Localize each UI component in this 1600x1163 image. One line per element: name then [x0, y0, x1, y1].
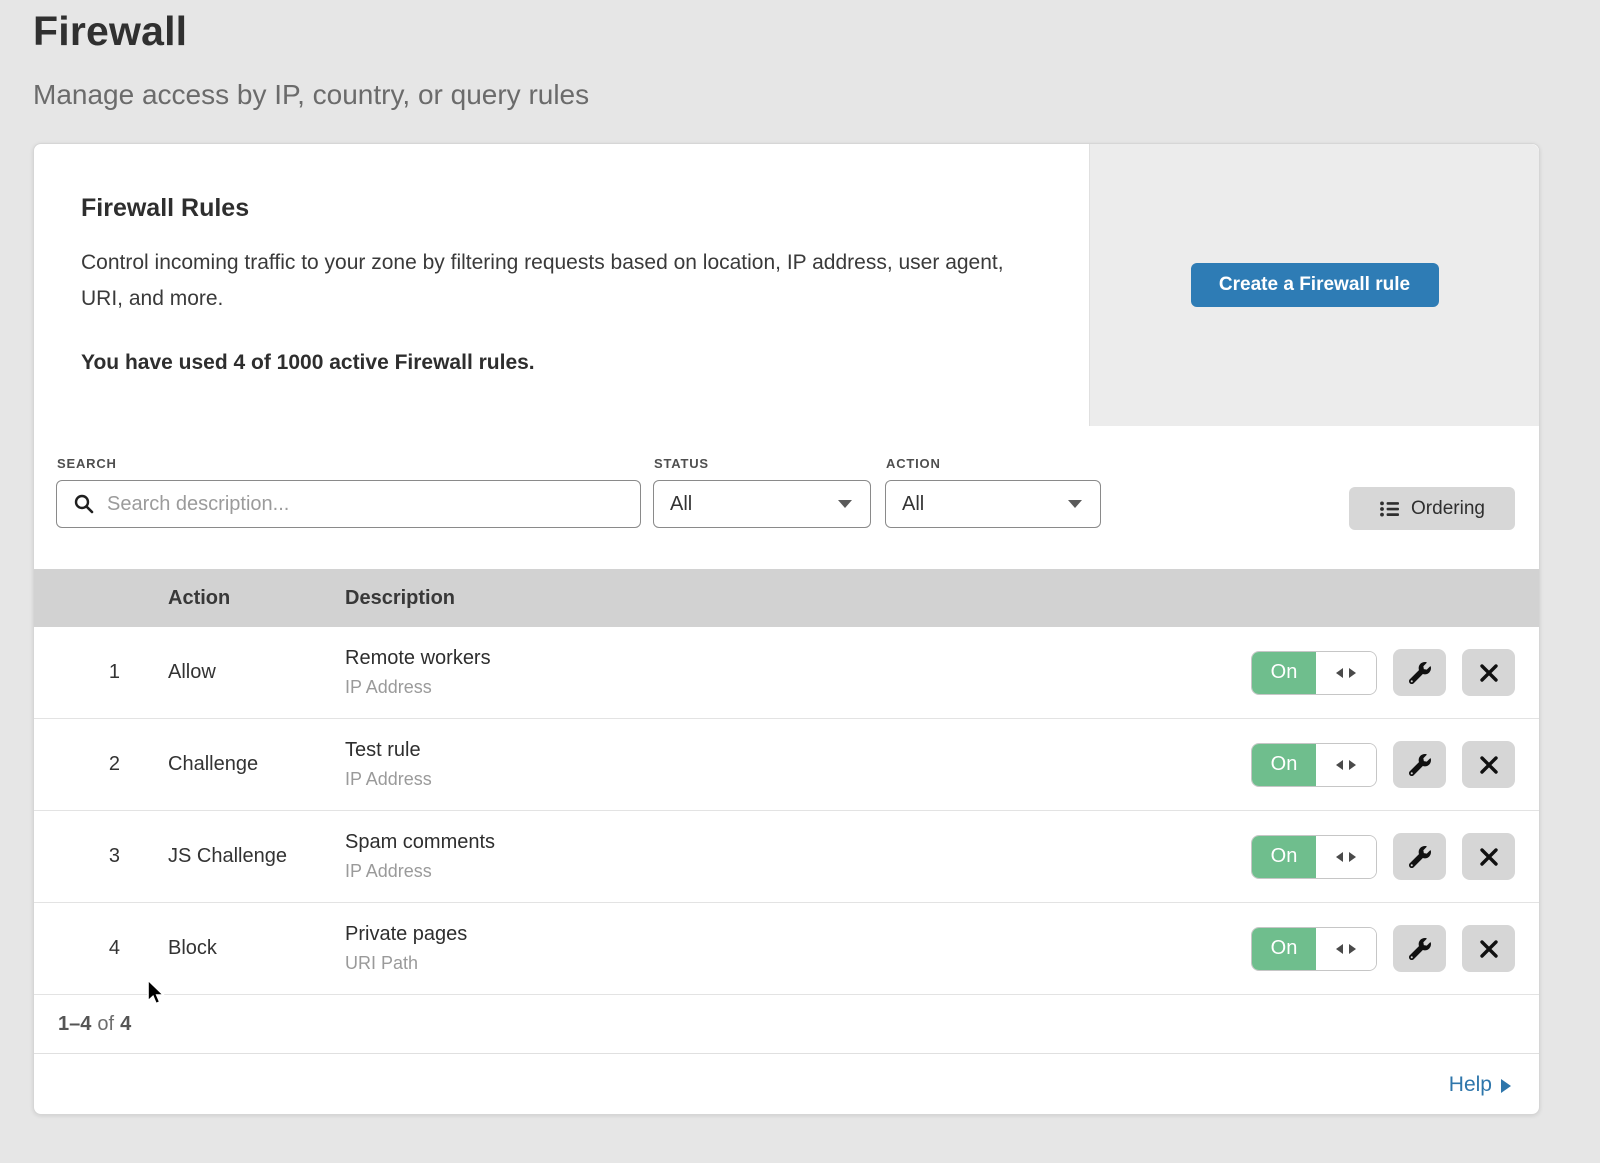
- ordering-button-label: Ordering: [1411, 498, 1485, 520]
- delete-rule-button[interactable]: [1462, 833, 1515, 880]
- page-header: Firewall Manage access by IP, country, o…: [0, 0, 1600, 111]
- edit-rule-button[interactable]: [1393, 649, 1446, 696]
- search-label: SEARCH: [57, 456, 641, 471]
- rule-action: Allow: [120, 661, 330, 684]
- rule-priority: 2: [34, 753, 120, 776]
- rule-priority: 3: [34, 845, 120, 868]
- search-filter-group: SEARCH: [56, 456, 641, 528]
- toggle-handle[interactable]: [1316, 928, 1376, 970]
- rule-priority: 4: [34, 937, 120, 960]
- rule-action: Block: [120, 937, 330, 960]
- close-icon: [1479, 847, 1499, 867]
- page-title: Firewall: [33, 8, 1600, 55]
- rule-action: Challenge: [120, 753, 330, 776]
- close-icon: [1479, 755, 1499, 775]
- filters-bar: SEARCH STATUS All ACTION All: [34, 426, 1539, 569]
- pagination-total: 4: [120, 1013, 131, 1036]
- left-right-arrows-icon: [1335, 667, 1357, 679]
- arrow-right-icon: [1501, 1079, 1511, 1093]
- rule-field: IP Address: [345, 769, 1251, 790]
- close-icon: [1479, 663, 1499, 683]
- table-row: 3 JS Challenge Spam comments IP Address …: [34, 811, 1539, 903]
- edit-rule-button[interactable]: [1393, 833, 1446, 880]
- create-rule-panel: Create a Firewall rule: [1089, 144, 1539, 426]
- usage-summary: You have used 4 of 1000 active Firewall …: [81, 351, 1029, 375]
- rule-toggle[interactable]: On: [1251, 835, 1377, 879]
- toggle-handle[interactable]: [1316, 744, 1376, 786]
- left-right-arrows-icon: [1335, 943, 1357, 955]
- wrench-icon: [1409, 754, 1431, 776]
- table-row: 2 Challenge Test rule IP Address On: [34, 719, 1539, 811]
- help-link[interactable]: Help: [1449, 1073, 1511, 1097]
- rule-description: Spam comments: [345, 831, 1251, 854]
- action-select-value: All: [902, 493, 924, 516]
- action-filter-group: ACTION All: [885, 456, 1101, 528]
- pagination-of: of: [91, 1013, 120, 1036]
- table-row: 1 Allow Remote workers IP Address On: [34, 627, 1539, 719]
- rule-description: Remote workers: [345, 647, 1251, 670]
- pagination-range: 1–4: [58, 1013, 91, 1036]
- rule-field: IP Address: [345, 677, 1251, 698]
- delete-rule-button[interactable]: [1462, 649, 1515, 696]
- ordered-list-icon: [1379, 498, 1401, 520]
- page-subtitle: Manage access by IP, country, or query r…: [33, 79, 1600, 111]
- description-column-header: Description: [330, 587, 1539, 610]
- rule-toggle[interactable]: On: [1251, 743, 1377, 787]
- status-filter-group: STATUS All: [653, 456, 871, 528]
- rule-description: Test rule: [345, 739, 1251, 762]
- toggle-on-label: On: [1252, 744, 1316, 786]
- chevron-down-icon: [838, 500, 852, 508]
- firewall-rules-card: Firewall Rules Control incoming traffic …: [33, 143, 1540, 1115]
- delete-rule-button[interactable]: [1462, 925, 1515, 972]
- create-firewall-rule-button[interactable]: Create a Firewall rule: [1191, 263, 1439, 307]
- rule-field: IP Address: [345, 861, 1251, 882]
- help-link-label: Help: [1449, 1073, 1492, 1097]
- delete-rule-button[interactable]: [1462, 741, 1515, 788]
- search-box: [56, 480, 641, 528]
- search-icon: [73, 493, 95, 515]
- toggle-on-label: On: [1252, 928, 1316, 970]
- section-description: Control incoming traffic to your zone by…: [81, 245, 1029, 317]
- pagination: 1–4 of 4: [34, 995, 1539, 1054]
- close-icon: [1479, 939, 1499, 959]
- action-select[interactable]: All: [885, 480, 1101, 528]
- toggle-on-label: On: [1252, 836, 1316, 878]
- rule-priority: 1: [34, 661, 120, 684]
- status-label: STATUS: [654, 456, 871, 471]
- edit-rule-button[interactable]: [1393, 925, 1446, 972]
- rule-toggle[interactable]: On: [1251, 651, 1377, 695]
- rule-description: Private pages: [345, 923, 1251, 946]
- wrench-icon: [1409, 846, 1431, 868]
- table-header: Action Description: [34, 569, 1539, 627]
- left-right-arrows-icon: [1335, 759, 1357, 771]
- toggle-on-label: On: [1252, 652, 1316, 694]
- edit-rule-button[interactable]: [1393, 741, 1446, 788]
- wrench-icon: [1409, 938, 1431, 960]
- status-select-value: All: [670, 493, 692, 516]
- left-right-arrows-icon: [1335, 851, 1357, 863]
- intro-section: Firewall Rules Control incoming traffic …: [34, 144, 1089, 426]
- card-top-section: Firewall Rules Control incoming traffic …: [34, 144, 1539, 426]
- rule-action: JS Challenge: [120, 845, 330, 868]
- status-select[interactable]: All: [653, 480, 871, 528]
- rule-toggle[interactable]: On: [1251, 927, 1377, 971]
- ordering-button[interactable]: Ordering: [1349, 487, 1515, 530]
- table-row: 4 Block Private pages URI Path On: [34, 903, 1539, 995]
- toggle-handle[interactable]: [1316, 652, 1376, 694]
- action-label: ACTION: [886, 456, 1101, 471]
- wrench-icon: [1409, 662, 1431, 684]
- section-heading: Firewall Rules: [81, 194, 1029, 223]
- toggle-handle[interactable]: [1316, 836, 1376, 878]
- rule-field: URI Path: [345, 953, 1251, 974]
- action-column-header: Action: [120, 587, 330, 610]
- chevron-down-icon: [1068, 500, 1082, 508]
- card-footer: Help: [34, 1054, 1539, 1115]
- search-input[interactable]: [107, 493, 626, 516]
